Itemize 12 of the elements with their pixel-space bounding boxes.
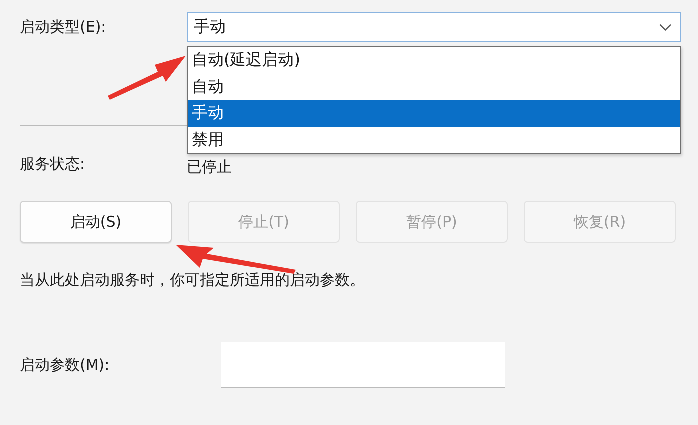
chevron-down-icon: [659, 22, 672, 32]
dropdown-option[interactable]: 手动: [188, 100, 680, 126]
status-value: 已停止: [187, 158, 232, 177]
start-parameters-field[interactable]: [221, 342, 505, 388]
dropdown-option[interactable]: 自动: [188, 74, 680, 100]
dropdown-option[interactable]: 禁用: [188, 126, 680, 153]
field-label: 启动类型(E):: [20, 18, 108, 36]
field-label: 启动参数(M):: [20, 356, 111, 374]
field-label: 服务状态:: [20, 155, 86, 174]
hint-text: 当从此处启动服务时，你可指定所适用的启动参数。: [20, 271, 366, 290]
dropdown-option[interactable]: 自动(延迟启动): [188, 47, 680, 74]
service-button[interactable]: 启动(S): [20, 201, 172, 243]
